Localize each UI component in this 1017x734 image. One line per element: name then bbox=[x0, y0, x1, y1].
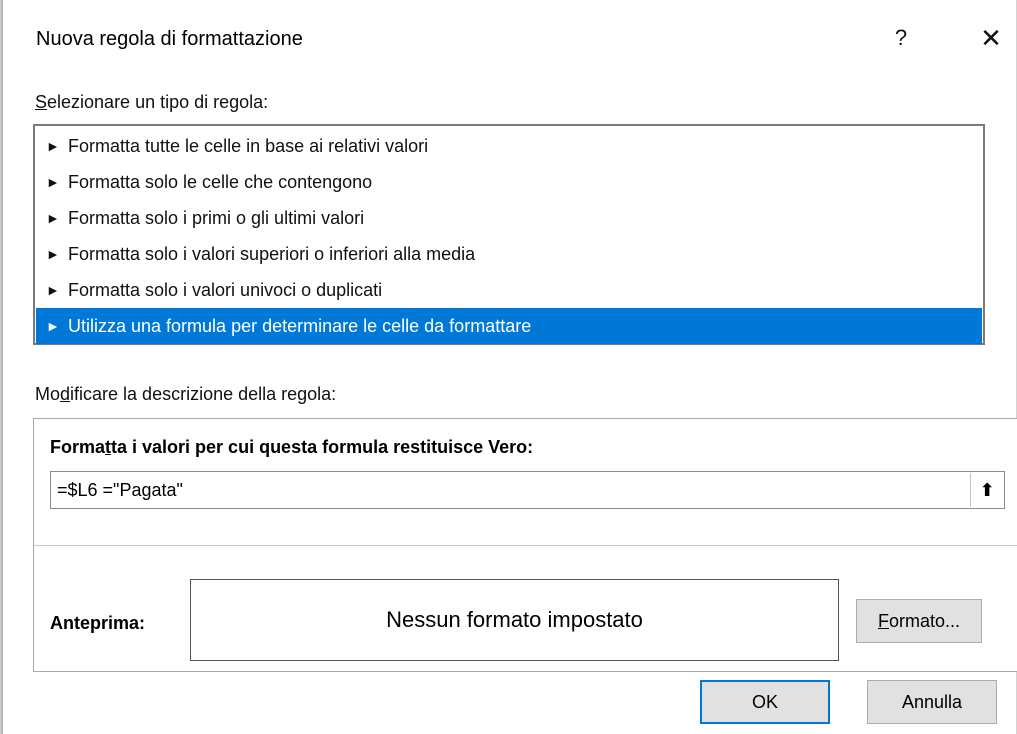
help-button[interactable]: ? bbox=[881, 18, 921, 58]
help-icon: ? bbox=[894, 25, 908, 50]
close-icon: ✕ bbox=[980, 22, 1002, 53]
rule-description-label-post: ificare la descrizione della regola: bbox=[70, 384, 337, 404]
format-button[interactable]: Formato... bbox=[856, 599, 982, 643]
ok-button[interactable]: OK bbox=[700, 680, 830, 724]
arrow-right-icon: ► bbox=[46, 174, 60, 190]
rule-type-item-selected[interactable]: ► Utilizza una formula per determinare le… bbox=[36, 308, 982, 344]
rule-description-label-pre: Mo bbox=[35, 384, 61, 404]
arrow-right-icon: ► bbox=[46, 246, 60, 262]
rule-description-label: Modificare la descrizione della regola: bbox=[35, 384, 336, 405]
arrow-up-icon: ⬆ bbox=[979, 479, 995, 500]
rule-type-item-label: Formatta tutte le celle in base ai relat… bbox=[68, 135, 429, 156]
rule-type-item-label: Utilizza una formula per determinare le … bbox=[68, 315, 532, 336]
arrow-right-icon: ► bbox=[46, 318, 60, 334]
close-button[interactable]: ✕ bbox=[971, 18, 1011, 58]
arrow-right-icon: ► bbox=[46, 282, 60, 298]
rule-type-item[interactable]: ► Formatta solo le celle che contengono bbox=[36, 164, 982, 200]
formula-input[interactable] bbox=[57, 472, 957, 508]
preview-box: Nessun formato impostato bbox=[190, 579, 839, 661]
arrow-right-icon: ► bbox=[46, 138, 60, 154]
dialog-title: Nuova regola di formattazione bbox=[36, 28, 303, 50]
rule-type-item-label: Formatta solo i valori univoci o duplica… bbox=[68, 279, 383, 300]
collapse-dialog-button[interactable]: ⬆ bbox=[970, 473, 1003, 507]
formula-field[interactable]: ⬆ bbox=[50, 471, 1005, 509]
rule-type-item[interactable]: ► Formatta tutte le celle in base ai rela… bbox=[36, 128, 982, 164]
formula-label-post: ta i valori per cui questa formula resti… bbox=[111, 437, 534, 457]
divider bbox=[34, 545, 1017, 546]
cancel-button[interactable]: Annulla bbox=[867, 680, 997, 724]
preview-label: Anteprima: bbox=[50, 613, 146, 633]
rule-type-label-text: elezionare un tipo di regola: bbox=[47, 92, 269, 112]
rule-type-item[interactable]: ► Formatta solo i valori univoci o duplic… bbox=[36, 272, 982, 308]
rule-type-item-label: Formatta solo le celle che contengono bbox=[68, 171, 373, 192]
rule-type-list[interactable]: ► Formatta tutte le celle in base ai rela… bbox=[33, 124, 985, 345]
format-button-label: ormato... bbox=[888, 610, 961, 631]
rule-type-item-label: Formatta solo i primi o gli ultimi valor… bbox=[68, 207, 365, 228]
rule-type-label-accesskey: S bbox=[35, 92, 48, 112]
formula-label: Formatta i valori per cui questa formula… bbox=[50, 437, 533, 458]
format-button-accesskey: F bbox=[877, 610, 889, 631]
arrow-right-icon: ► bbox=[46, 210, 60, 226]
rule-description-panel: Formatta i valori per cui questa formula… bbox=[33, 418, 1017, 672]
rule-description-label-accesskey: d bbox=[60, 384, 71, 404]
formula-label-pre: Forma bbox=[50, 437, 106, 457]
rule-type-label: Selezionare un tipo di regola: bbox=[35, 92, 268, 113]
preview-text: Nessun formato impostato bbox=[386, 607, 643, 632]
rule-type-item-label: Formatta solo i valori superiori o infer… bbox=[68, 243, 476, 264]
rule-type-item[interactable]: ► Formatta solo i primi o gli ultimi valo… bbox=[36, 200, 982, 236]
dialog-left-edge bbox=[1, 0, 3, 734]
new-formatting-rule-dialog: Nuova regola di formattazione ? ✕ Selezi… bbox=[0, 0, 1017, 734]
rule-type-item[interactable]: ► Formatta solo i valori superiori o infe… bbox=[36, 236, 982, 272]
